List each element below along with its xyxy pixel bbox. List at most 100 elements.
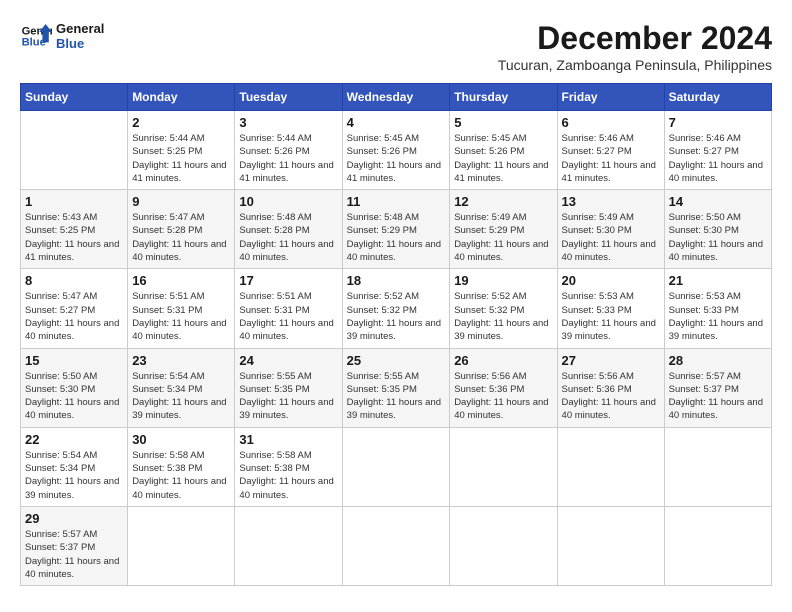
calendar-cell xyxy=(342,506,450,585)
calendar-cell: 18 Sunrise: 5:52 AM Sunset: 5:32 PM Dayl… xyxy=(342,269,450,348)
day-header-wednesday: Wednesday xyxy=(342,84,450,111)
day-info: Sunrise: 5:44 AM Sunset: 5:25 PM Dayligh… xyxy=(132,132,230,185)
day-number: 4 xyxy=(347,115,446,130)
day-number: 28 xyxy=(669,353,767,368)
calendar-week-row: 15 Sunrise: 5:50 AM Sunset: 5:30 PM Dayl… xyxy=(21,348,772,427)
day-info: Sunrise: 5:44 AM Sunset: 5:26 PM Dayligh… xyxy=(239,132,337,185)
day-number: 15 xyxy=(25,353,123,368)
calendar-header-row: SundayMondayTuesdayWednesdayThursdayFrid… xyxy=(21,84,772,111)
calendar-body: 2 Sunrise: 5:44 AM Sunset: 5:25 PM Dayli… xyxy=(21,111,772,586)
calendar-cell: 8 Sunrise: 5:47 AM Sunset: 5:27 PM Dayli… xyxy=(21,269,128,348)
calendar-cell xyxy=(664,506,771,585)
svg-text:Blue: Blue xyxy=(22,37,46,49)
day-number: 1 xyxy=(25,194,123,209)
day-info: Sunrise: 5:46 AM Sunset: 5:27 PM Dayligh… xyxy=(669,132,767,185)
calendar-cell: 31 Sunrise: 5:58 AM Sunset: 5:38 PM Dayl… xyxy=(235,427,342,506)
calendar-cell: 10 Sunrise: 5:48 AM Sunset: 5:28 PM Dayl… xyxy=(235,190,342,269)
day-info: Sunrise: 5:43 AM Sunset: 5:25 PM Dayligh… xyxy=(25,211,123,264)
day-info: Sunrise: 5:52 AM Sunset: 5:32 PM Dayligh… xyxy=(454,290,552,343)
day-number: 11 xyxy=(347,194,446,209)
day-info: Sunrise: 5:57 AM Sunset: 5:37 PM Dayligh… xyxy=(25,528,123,581)
calendar-cell: 21 Sunrise: 5:53 AM Sunset: 5:33 PM Dayl… xyxy=(664,269,771,348)
calendar-cell: 23 Sunrise: 5:54 AM Sunset: 5:34 PM Dayl… xyxy=(128,348,235,427)
calendar-week-row: 1 Sunrise: 5:43 AM Sunset: 5:25 PM Dayli… xyxy=(21,190,772,269)
day-number: 6 xyxy=(562,115,660,130)
calendar-cell: 27 Sunrise: 5:56 AM Sunset: 5:36 PM Dayl… xyxy=(557,348,664,427)
calendar-cell xyxy=(664,427,771,506)
day-header-thursday: Thursday xyxy=(450,84,557,111)
calendar-cell: 11 Sunrise: 5:48 AM Sunset: 5:29 PM Dayl… xyxy=(342,190,450,269)
day-info: Sunrise: 5:51 AM Sunset: 5:31 PM Dayligh… xyxy=(239,290,337,343)
calendar-cell: 20 Sunrise: 5:53 AM Sunset: 5:33 PM Dayl… xyxy=(557,269,664,348)
day-info: Sunrise: 5:45 AM Sunset: 5:26 PM Dayligh… xyxy=(347,132,446,185)
calendar-cell: 1 Sunrise: 5:43 AM Sunset: 5:25 PM Dayli… xyxy=(21,190,128,269)
page-header: General Blue General Blue December 2024 … xyxy=(20,20,772,73)
day-number: 20 xyxy=(562,273,660,288)
day-info: Sunrise: 5:58 AM Sunset: 5:38 PM Dayligh… xyxy=(239,449,337,502)
calendar-cell: 3 Sunrise: 5:44 AM Sunset: 5:26 PM Dayli… xyxy=(235,111,342,190)
day-header-saturday: Saturday xyxy=(664,84,771,111)
calendar-week-row: 8 Sunrise: 5:47 AM Sunset: 5:27 PM Dayli… xyxy=(21,269,772,348)
calendar-cell: 9 Sunrise: 5:47 AM Sunset: 5:28 PM Dayli… xyxy=(128,190,235,269)
day-info: Sunrise: 5:48 AM Sunset: 5:29 PM Dayligh… xyxy=(347,211,446,264)
day-info: Sunrise: 5:52 AM Sunset: 5:32 PM Dayligh… xyxy=(347,290,446,343)
calendar-cell: 14 Sunrise: 5:50 AM Sunset: 5:30 PM Dayl… xyxy=(664,190,771,269)
day-number: 17 xyxy=(239,273,337,288)
calendar-table: SundayMondayTuesdayWednesdayThursdayFrid… xyxy=(20,83,772,586)
day-header-tuesday: Tuesday xyxy=(235,84,342,111)
calendar-cell xyxy=(235,506,342,585)
logo: General Blue General Blue xyxy=(20,20,104,52)
calendar-cell: 13 Sunrise: 5:49 AM Sunset: 5:30 PM Dayl… xyxy=(557,190,664,269)
day-info: Sunrise: 5:54 AM Sunset: 5:34 PM Dayligh… xyxy=(132,370,230,423)
calendar-week-row: 22 Sunrise: 5:54 AM Sunset: 5:34 PM Dayl… xyxy=(21,427,772,506)
calendar-cell xyxy=(342,427,450,506)
calendar-cell xyxy=(21,111,128,190)
calendar-cell: 2 Sunrise: 5:44 AM Sunset: 5:25 PM Dayli… xyxy=(128,111,235,190)
day-info: Sunrise: 5:57 AM Sunset: 5:37 PM Dayligh… xyxy=(669,370,767,423)
day-number: 26 xyxy=(454,353,552,368)
day-header-monday: Monday xyxy=(128,84,235,111)
day-number: 9 xyxy=(132,194,230,209)
calendar-cell xyxy=(557,506,664,585)
day-info: Sunrise: 5:50 AM Sunset: 5:30 PM Dayligh… xyxy=(25,370,123,423)
calendar-cell: 26 Sunrise: 5:56 AM Sunset: 5:36 PM Dayl… xyxy=(450,348,557,427)
day-info: Sunrise: 5:47 AM Sunset: 5:27 PM Dayligh… xyxy=(25,290,123,343)
day-info: Sunrise: 5:48 AM Sunset: 5:28 PM Dayligh… xyxy=(239,211,337,264)
day-number: 16 xyxy=(132,273,230,288)
calendar-cell: 25 Sunrise: 5:55 AM Sunset: 5:35 PM Dayl… xyxy=(342,348,450,427)
day-number: 30 xyxy=(132,432,230,447)
day-info: Sunrise: 5:49 AM Sunset: 5:30 PM Dayligh… xyxy=(562,211,660,264)
day-number: 23 xyxy=(132,353,230,368)
calendar-cell: 22 Sunrise: 5:54 AM Sunset: 5:34 PM Dayl… xyxy=(21,427,128,506)
day-info: Sunrise: 5:56 AM Sunset: 5:36 PM Dayligh… xyxy=(562,370,660,423)
day-info: Sunrise: 5:46 AM Sunset: 5:27 PM Dayligh… xyxy=(562,132,660,185)
calendar-cell: 24 Sunrise: 5:55 AM Sunset: 5:35 PM Dayl… xyxy=(235,348,342,427)
calendar-cell: 19 Sunrise: 5:52 AM Sunset: 5:32 PM Dayl… xyxy=(450,269,557,348)
location-title: Tucuran, Zamboanga Peninsula, Philippine… xyxy=(498,57,772,73)
day-info: Sunrise: 5:45 AM Sunset: 5:26 PM Dayligh… xyxy=(454,132,552,185)
calendar-cell: 7 Sunrise: 5:46 AM Sunset: 5:27 PM Dayli… xyxy=(664,111,771,190)
day-number: 21 xyxy=(669,273,767,288)
calendar-cell xyxy=(557,427,664,506)
calendar-week-row: 29 Sunrise: 5:57 AM Sunset: 5:37 PM Dayl… xyxy=(21,506,772,585)
calendar-cell: 4 Sunrise: 5:45 AM Sunset: 5:26 PM Dayli… xyxy=(342,111,450,190)
day-info: Sunrise: 5:53 AM Sunset: 5:33 PM Dayligh… xyxy=(669,290,767,343)
day-info: Sunrise: 5:55 AM Sunset: 5:35 PM Dayligh… xyxy=(347,370,446,423)
calendar-cell: 30 Sunrise: 5:58 AM Sunset: 5:38 PM Dayl… xyxy=(128,427,235,506)
day-number: 25 xyxy=(347,353,446,368)
day-number: 8 xyxy=(25,273,123,288)
day-number: 18 xyxy=(347,273,446,288)
calendar-cell: 29 Sunrise: 5:57 AM Sunset: 5:37 PM Dayl… xyxy=(21,506,128,585)
day-info: Sunrise: 5:53 AM Sunset: 5:33 PM Dayligh… xyxy=(562,290,660,343)
calendar-cell: 16 Sunrise: 5:51 AM Sunset: 5:31 PM Dayl… xyxy=(128,269,235,348)
day-number: 29 xyxy=(25,511,123,526)
day-info: Sunrise: 5:58 AM Sunset: 5:38 PM Dayligh… xyxy=(132,449,230,502)
logo-general: General xyxy=(56,21,104,36)
day-number: 5 xyxy=(454,115,552,130)
calendar-cell: 12 Sunrise: 5:49 AM Sunset: 5:29 PM Dayl… xyxy=(450,190,557,269)
day-header-friday: Friday xyxy=(557,84,664,111)
calendar-cell: 5 Sunrise: 5:45 AM Sunset: 5:26 PM Dayli… xyxy=(450,111,557,190)
day-number: 13 xyxy=(562,194,660,209)
calendar-cell xyxy=(450,506,557,585)
day-number: 24 xyxy=(239,353,337,368)
